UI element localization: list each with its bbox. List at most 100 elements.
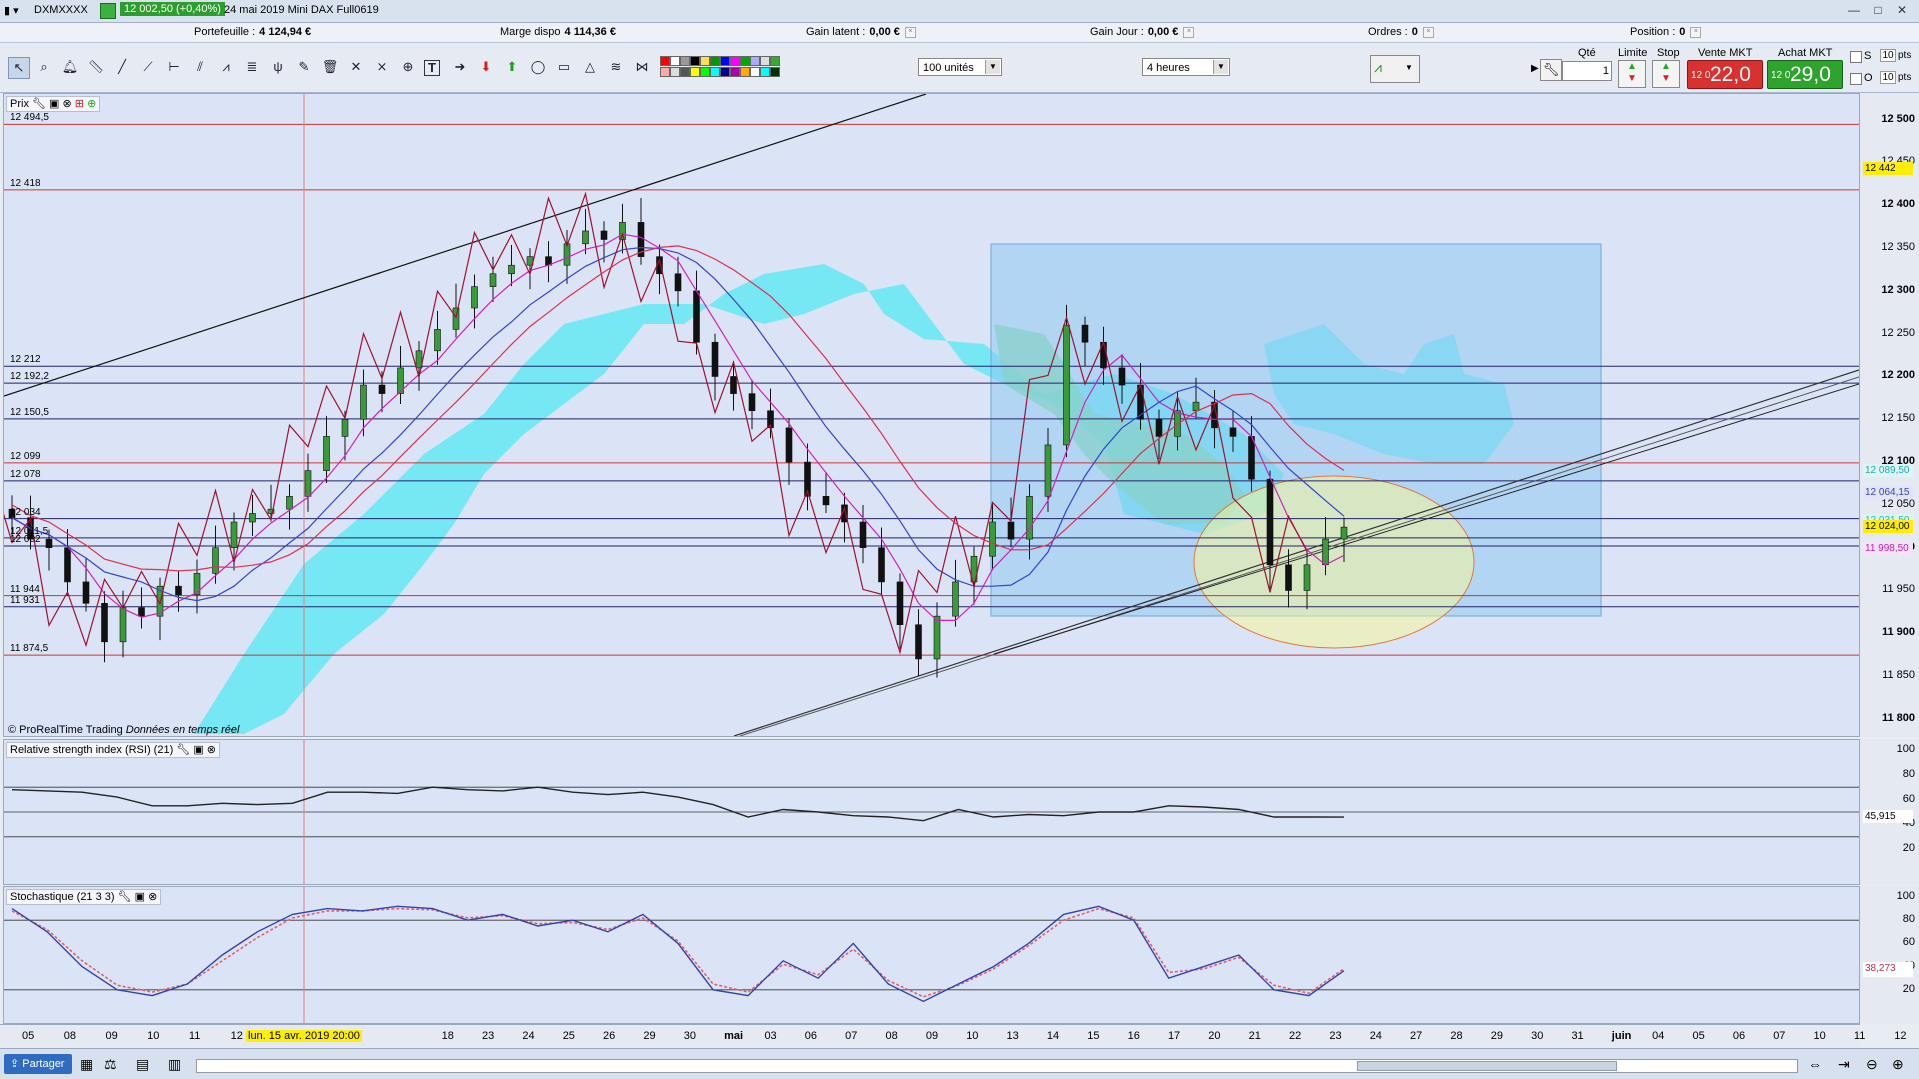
date-axis[interactable]: 05 08 09 10 11 12 lun. 15 avr. 2019 20:00 18 23 2… bbox=[0, 1024, 1907, 1047]
stop-order-icon[interactable]: ▲ ▼ bbox=[1652, 60, 1680, 88]
color-swatch[interactable] bbox=[730, 56, 740, 66]
close-icon[interactable]: ⊗ bbox=[148, 891, 157, 903]
color-swatch[interactable] bbox=[770, 67, 780, 77]
trendline-icon[interactable]: ⟋ bbox=[138, 57, 158, 77]
wrench-icon[interactable]: 🔧︎ bbox=[118, 891, 132, 903]
close-small-icon[interactable]: × bbox=[1690, 26, 1702, 38]
color-swatch[interactable] bbox=[720, 56, 730, 66]
sell-market-button[interactable]: 12 0 22,0 bbox=[1687, 60, 1763, 89]
add-icon[interactable]: ⊞ bbox=[75, 98, 84, 110]
color-swatch[interactable] bbox=[660, 56, 670, 66]
color-swatch[interactable] bbox=[690, 56, 700, 66]
timeframe-select[interactable]: 4 heures ▼ bbox=[1142, 58, 1230, 76]
rectangle-icon[interactable]: ▭ bbox=[554, 57, 574, 77]
o-checkbox[interactable] bbox=[1850, 73, 1862, 85]
line-icon[interactable]: ╱ bbox=[112, 57, 132, 77]
compare-icon[interactable]: ⚖ bbox=[104, 1056, 117, 1073]
zoom-icon[interactable]: ⌕ bbox=[34, 57, 54, 77]
move-icon[interactable]: ⊕ bbox=[87, 98, 96, 110]
color-swatch[interactable] bbox=[700, 56, 710, 66]
brush-icon[interactable]: ✎ bbox=[294, 57, 314, 77]
horizontal-line-icon[interactable]: ⊢ bbox=[164, 57, 184, 77]
color-swatch[interactable] bbox=[750, 56, 760, 66]
color-swatch[interactable] bbox=[710, 56, 720, 66]
color-swatch[interactable] bbox=[720, 67, 730, 77]
scroll-end-icon[interactable]: ⇥ bbox=[1838, 1056, 1850, 1073]
table-icon[interactable]: ▤ bbox=[136, 1056, 149, 1073]
horizontal-scrollbar[interactable] bbox=[196, 1059, 1798, 1073]
channel-icon[interactable]: ⫽ bbox=[190, 57, 210, 77]
layout-icon[interactable]: ▦ bbox=[80, 1056, 93, 1073]
o-points-input[interactable]: 10 bbox=[1880, 71, 1896, 84]
pointer-icon[interactable]: ↖ bbox=[8, 57, 30, 79]
close-icon[interactable]: ⊗ bbox=[207, 744, 216, 756]
fan-icon[interactable]: ⩘ bbox=[216, 57, 236, 77]
arrow-down-icon[interactable]: ⬇ bbox=[476, 57, 496, 77]
close-small-icon[interactable]: × bbox=[1422, 26, 1434, 38]
chevron-down-icon[interactable]: ▼ bbox=[1213, 60, 1228, 74]
alert-bell-icon[interactable]: 🔔︎ bbox=[60, 57, 80, 77]
window-icon[interactable]: ▣ bbox=[193, 744, 203, 756]
price-chart[interactable] bbox=[4, 94, 1859, 736]
wrench-icon[interactable]: 🔧︎ bbox=[176, 744, 190, 756]
rsi-axis[interactable]: 100 80 60 40 20 45,915 bbox=[1860, 739, 1919, 885]
cross-icon[interactable]: ✕ bbox=[346, 57, 366, 77]
triangle-icon[interactable]: △ bbox=[580, 57, 600, 77]
s-points-input[interactable]: 10 bbox=[1880, 49, 1896, 62]
limit-order-icon[interactable]: ▲ ▼ bbox=[1618, 60, 1646, 88]
s-checkbox[interactable] bbox=[1850, 51, 1862, 63]
close-icon[interactable]: ✕ bbox=[1892, 2, 1912, 18]
color-swatch[interactable] bbox=[750, 67, 760, 77]
rsi-chart[interactable] bbox=[4, 740, 1859, 884]
pattern-icon[interactable]: ⋈ bbox=[632, 57, 652, 77]
fibonacci-icon[interactable]: ≣ bbox=[242, 57, 262, 77]
measure-icon[interactable]: ⊕ bbox=[398, 57, 418, 77]
pitchfork-icon[interactable]: ψ bbox=[268, 57, 288, 77]
maximize-icon[interactable]: □ bbox=[1868, 2, 1888, 18]
bar-chart-icon[interactable]: ▥ bbox=[168, 1056, 181, 1073]
rsi-pane[interactable]: Relative strength index (RSI) (21) 🔧︎ ▣ … bbox=[3, 739, 1860, 885]
color-swatch[interactable] bbox=[670, 56, 680, 66]
stochastic-axis[interactable]: 1008060402036,54138,273 bbox=[1860, 886, 1919, 1024]
zoom-out-icon[interactable]: ⊖ bbox=[1866, 1056, 1878, 1073]
color-swatch[interactable] bbox=[690, 67, 700, 77]
close-small-icon[interactable]: × bbox=[1183, 26, 1195, 38]
color-swatch[interactable] bbox=[660, 67, 670, 77]
color-swatch[interactable] bbox=[680, 56, 690, 66]
color-palette[interactable] bbox=[660, 56, 820, 78]
ruler-icon[interactable]: 📏︎ bbox=[86, 57, 106, 77]
stochastic-chart[interactable] bbox=[4, 887, 1859, 1023]
fit-icon[interactable]: ⇔ bbox=[1808, 1056, 1822, 1072]
color-swatch[interactable] bbox=[760, 67, 770, 77]
chevron-down-icon[interactable]: ▼ bbox=[1405, 63, 1413, 72]
arrow-up-icon[interactable]: ⬆ bbox=[502, 57, 522, 77]
wrench-icon[interactable]: 🔧︎ bbox=[1540, 59, 1562, 81]
color-swatch[interactable] bbox=[740, 56, 750, 66]
indicator-button[interactable]: ⩘ ▼ bbox=[1370, 55, 1420, 83]
window-icon[interactable]: ▣ bbox=[135, 891, 145, 903]
price-pane[interactable]: Prix 🔧︎ ▣ ⊗ ⊞ ⊕ 12 494,5 12 418 12 212 12 1… bbox=[3, 93, 1860, 737]
color-swatch[interactable] bbox=[760, 56, 770, 66]
window-menu-icon[interactable]: ▮ ▾ bbox=[4, 4, 19, 17]
color-swatch[interactable] bbox=[700, 67, 710, 77]
close-small-icon[interactable]: × bbox=[904, 26, 916, 38]
color-swatch[interactable] bbox=[730, 67, 740, 77]
quantity-input[interactable] bbox=[1562, 61, 1612, 81]
delete-icon[interactable]: 🗑︎ bbox=[320, 57, 340, 77]
color-swatch[interactable] bbox=[710, 67, 720, 77]
buy-market-button[interactable]: 12 0 29,0 bbox=[1767, 60, 1843, 89]
arrow-right-icon[interactable]: ➜ bbox=[450, 57, 470, 77]
stochastic-pane[interactable]: Stochastique (21 3 3) 🔧︎ ▣ ⊗ bbox=[3, 886, 1860, 1024]
text-tool-icon[interactable]: T bbox=[424, 60, 440, 76]
color-swatch[interactable] bbox=[770, 56, 780, 66]
scrollbar-thumb[interactable] bbox=[1357, 1061, 1617, 1071]
color-swatch[interactable] bbox=[680, 67, 690, 77]
minimize-icon[interactable]: — bbox=[1844, 2, 1864, 18]
zoom-in-icon[interactable]: ⊕ bbox=[1892, 1056, 1904, 1073]
instrument-code[interactable]: DXMXXXX bbox=[34, 4, 88, 16]
color-swatch[interactable] bbox=[670, 67, 680, 77]
chevron-down-icon[interactable]: ▼ bbox=[985, 60, 1000, 74]
wave-icon[interactable]: ≋ bbox=[606, 57, 626, 77]
units-select[interactable]: 100 unités ▼ bbox=[918, 58, 1002, 76]
share-button[interactable]: ⇪ Partager bbox=[4, 1054, 73, 1074]
